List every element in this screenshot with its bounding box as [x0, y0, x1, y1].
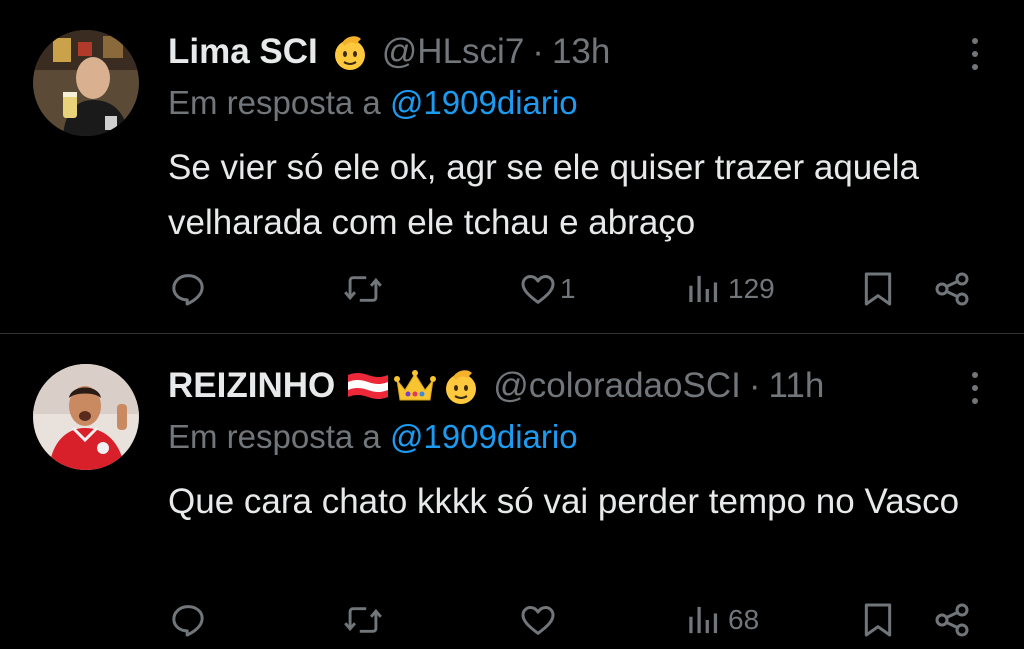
saluting-face-emoji-icon — [446, 370, 477, 404]
display-name[interactable]: REIZINHO — [168, 366, 335, 406]
repost-button[interactable] — [342, 266, 390, 312]
reply-button[interactable] — [168, 266, 214, 312]
share-button[interactable] — [932, 266, 972, 312]
reply-mention-link[interactable]: @1909diario — [390, 84, 578, 121]
like-button[interactable]: 1 — [518, 266, 576, 312]
avatar[interactable] — [33, 364, 139, 470]
views-button[interactable]: 129 — [686, 266, 775, 312]
views-chart-icon — [689, 606, 718, 634]
bookmark-button[interactable] — [858, 266, 898, 312]
user-handle[interactable]: @HLsci7 — [382, 32, 525, 72]
repost-icon — [344, 276, 382, 302]
reply-icon — [172, 274, 204, 306]
share-button[interactable] — [932, 597, 972, 643]
like-button[interactable] — [518, 597, 564, 643]
user-handle[interactable]: @coloradaoSCI — [493, 366, 741, 406]
reply-icon — [172, 605, 204, 637]
avatar-image — [33, 30, 139, 136]
austria-flag-emoji-icon — [348, 373, 389, 399]
like-count: 1 — [560, 273, 576, 304]
tweet[interactable]: REIZINHO @coloradaoSCI · 11h Em resposta… — [0, 334, 1024, 649]
avatar-image — [33, 364, 139, 470]
reply-button[interactable] — [168, 597, 214, 643]
saluting-face-emoji-icon — [334, 36, 365, 70]
timestamp[interactable]: 13h — [552, 32, 610, 72]
reply-prefix: Em resposta a — [168, 418, 381, 455]
separator-dot: · — [748, 366, 761, 405]
reply-context: Em resposta a @1909diario — [168, 84, 578, 122]
views-button[interactable]: 68 — [686, 597, 759, 643]
bookmark-button[interactable] — [858, 597, 898, 643]
repost-icon — [344, 607, 382, 633]
tweet-text: Que cara chato kkkk só vai perder tempo … — [168, 482, 960, 521]
more-options-icon[interactable] — [968, 34, 982, 74]
heart-icon — [521, 275, 555, 304]
tweet-header: Lima SCI @HLsci7 · 13h — [168, 30, 610, 74]
views-count: 129 — [728, 273, 775, 304]
tweet-header: REIZINHO @coloradaoSCI · 11h — [168, 364, 824, 408]
separator-dot: · — [532, 32, 544, 71]
reply-prefix: Em resposta a — [168, 84, 381, 121]
reply-mention-link[interactable]: @1909diario — [390, 418, 578, 455]
tweet-actions: 68 — [0, 597, 1024, 643]
display-name[interactable]: Lima SCI — [168, 32, 318, 72]
views-chart-icon — [689, 275, 718, 303]
views-count: 68 — [728, 604, 760, 635]
crown-emoji-icon — [394, 370, 437, 401]
bookmark-icon — [864, 603, 892, 637]
tweet-actions: 1 129 — [0, 266, 1024, 312]
heart-icon — [521, 606, 555, 635]
tweet-text: Se vier só ele ok, agr se ele quiser tra… — [168, 148, 919, 242]
reply-context: Em resposta a @1909diario — [168, 418, 578, 456]
avatar[interactable] — [33, 30, 139, 136]
share-icon — [935, 603, 969, 637]
timestamp[interactable]: 11h — [769, 366, 825, 406]
more-options-icon[interactable] — [968, 368, 982, 408]
bookmark-icon — [864, 272, 892, 306]
tweet[interactable]: Lima SCI @HLsci7 · 13h Em resposta a @19… — [0, 0, 1024, 333]
repost-button[interactable] — [342, 597, 390, 643]
share-icon — [935, 272, 969, 306]
